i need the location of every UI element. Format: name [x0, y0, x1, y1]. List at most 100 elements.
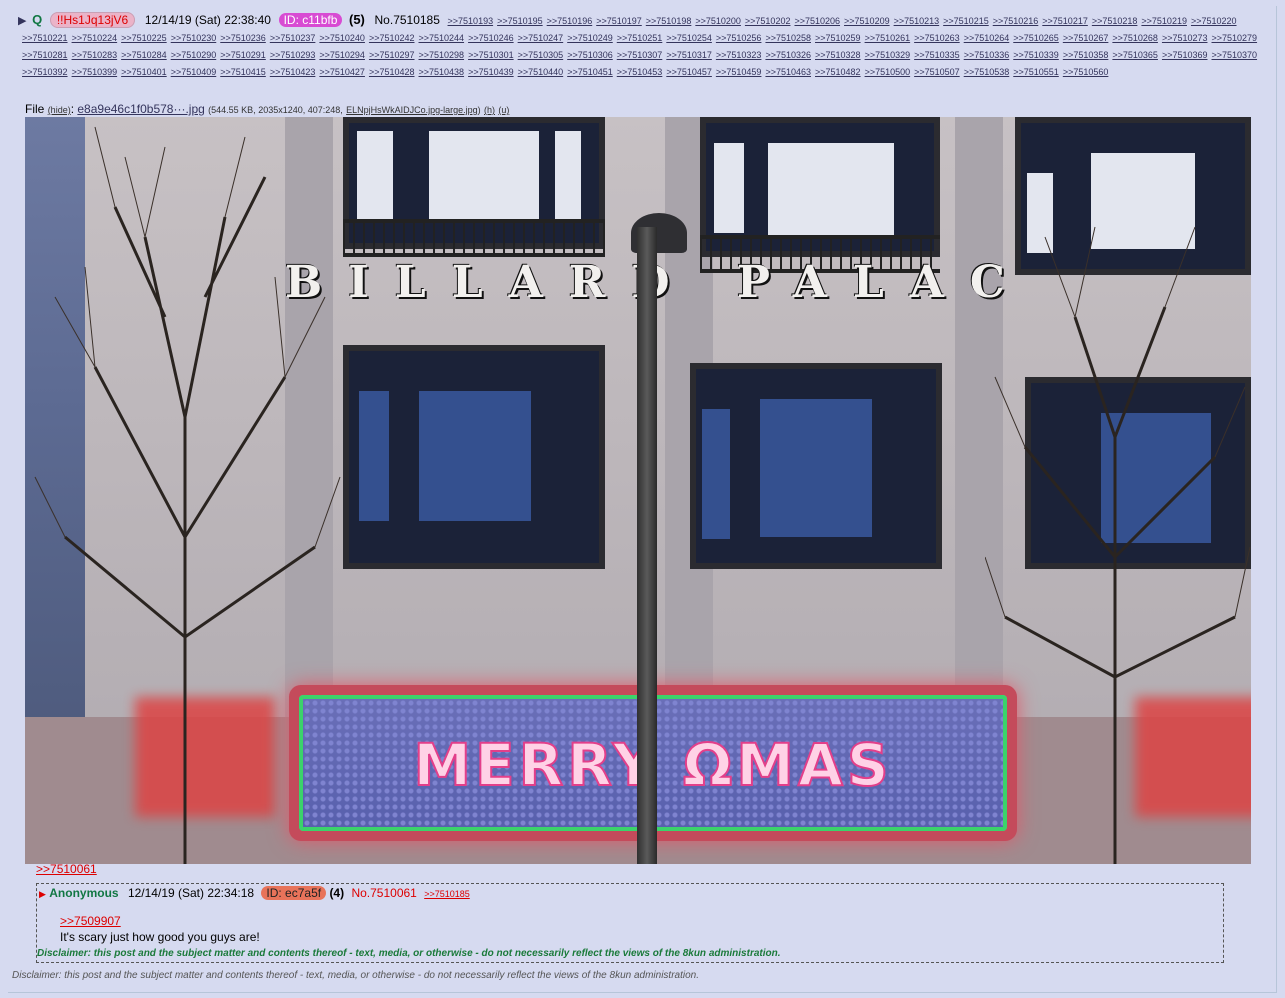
mention-link[interactable]: >>7510451 [567, 64, 613, 80]
reply-backref-link[interactable]: >>7510185 [424, 889, 470, 899]
mention-link[interactable]: >>7510265 [1013, 30, 1059, 46]
mention-link[interactable]: >>7510290 [171, 47, 217, 63]
mention-link[interactable]: >>7510301 [468, 47, 514, 63]
mention-link[interactable]: >>7510392 [22, 64, 68, 80]
mention-link[interactable]: >>7510261 [865, 30, 911, 46]
mention-link[interactable]: >>7510323 [716, 47, 762, 63]
mention-link[interactable]: >>7510237 [270, 30, 316, 46]
mention-link[interactable]: >>7510213 [894, 13, 940, 29]
mention-link[interactable]: >>7510263 [914, 30, 960, 46]
mention-link[interactable]: >>7510307 [617, 47, 663, 63]
mention-link[interactable]: >>7510409 [171, 64, 217, 80]
mention-link[interactable]: >>7510507 [914, 64, 960, 80]
mention-link[interactable]: >>7510339 [1013, 47, 1059, 63]
mention-link[interactable]: >>7510306 [567, 47, 613, 63]
mention-link[interactable]: >>7510457 [666, 64, 712, 80]
mention-link[interactable]: >>7510284 [121, 47, 167, 63]
mention-link[interactable]: >>7510200 [695, 13, 741, 29]
mention-link[interactable]: >>7510453 [617, 64, 663, 80]
post-menu-arrow-icon[interactable]: ▶ [18, 15, 26, 27]
mention-link[interactable]: >>7510298 [419, 47, 465, 63]
original-filename-link[interactable]: ELNpjHsWkAIDJCo.jpg-large.jpg [346, 105, 478, 115]
mention-link[interactable]: >>7510198 [646, 13, 692, 29]
mention-link[interactable]: >>7510293 [270, 47, 316, 63]
reply-menu-arrow-icon[interactable]: ▶ [39, 889, 46, 899]
reply-quote-link[interactable]: >>7509907 [60, 914, 121, 928]
mention-link[interactable]: >>7510283 [72, 47, 118, 63]
mention-link[interactable]: >>7510459 [716, 64, 762, 80]
mention-link[interactable]: >>7510242 [369, 30, 415, 46]
poster-id-badge[interactable]: ID: c11bfb [278, 13, 343, 27]
mention-link[interactable]: >>7510256 [716, 30, 762, 46]
mention-link[interactable]: >>7510438 [419, 64, 465, 80]
mention-link[interactable]: >>7510267 [1063, 30, 1109, 46]
mention-link[interactable]: >>7510215 [943, 13, 989, 29]
mention-link[interactable]: >>7510264 [964, 30, 1010, 46]
mention-link[interactable]: >>7510273 [1162, 30, 1208, 46]
post-image[interactable]: BILLARD PALAC MERRY ΩMAS [25, 117, 1251, 864]
mention-link[interactable]: >>7510560 [1063, 64, 1109, 80]
mention-link[interactable]: >>7510329 [865, 47, 911, 63]
mention-link[interactable]: >>7510206 [794, 13, 840, 29]
mention-link[interactable]: >>7510423 [270, 64, 316, 80]
mention-link[interactable]: >>7510221 [22, 30, 68, 46]
mention-link[interactable]: >>7510369 [1162, 47, 1208, 63]
mention-link[interactable]: >>7510240 [319, 30, 365, 46]
mention-link[interactable]: >>7510399 [72, 64, 118, 80]
mention-link[interactable]: >>7510297 [369, 47, 415, 63]
mention-link[interactable]: >>7510365 [1112, 47, 1158, 63]
mention-link[interactable]: >>7510428 [369, 64, 415, 80]
mention-link[interactable]: >>7510258 [765, 30, 811, 46]
mention-link[interactable]: >>7510538 [964, 64, 1010, 80]
mention-link[interactable]: >>7510224 [72, 30, 118, 46]
mention-link[interactable]: >>7510358 [1063, 47, 1109, 63]
mention-link[interactable]: >>7510439 [468, 64, 514, 80]
mention-link[interactable]: >>7510220 [1191, 13, 1237, 29]
mention-link[interactable]: >>7510218 [1092, 13, 1138, 29]
mention-link[interactable]: >>7510197 [596, 13, 642, 29]
mention-link[interactable]: >>7510209 [844, 13, 890, 29]
mention-link[interactable]: >>7510328 [815, 47, 861, 63]
mention-link[interactable]: >>7510335 [914, 47, 960, 63]
mention-link[interactable]: >>7510482 [815, 64, 861, 80]
mention-link[interactable]: >>7510336 [964, 47, 1010, 63]
mention-link[interactable]: >>7510236 [220, 30, 266, 46]
mention-link[interactable]: >>7510219 [1141, 13, 1187, 29]
mention-link[interactable]: >>7510247 [518, 30, 564, 46]
mention-link[interactable]: >>7510463 [765, 64, 811, 80]
mention-link[interactable]: >>7510249 [567, 30, 613, 46]
mention-link[interactable]: >>7510440 [518, 64, 564, 80]
file-name-link[interactable]: e8a9e46c1f0b578···.jpg [77, 102, 204, 116]
mention-link[interactable]: >>7510244 [419, 30, 465, 46]
mention-link[interactable]: >>7510251 [617, 30, 663, 46]
reply-id-badge[interactable]: ID: ec7a5f [261, 886, 327, 900]
mention-link[interactable]: >>7510216 [993, 13, 1039, 29]
mention-link[interactable]: >>7510230 [171, 30, 217, 46]
file-u-link[interactable]: (u) [498, 105, 509, 115]
mention-link[interactable]: >>7510370 [1212, 47, 1258, 63]
post-number[interactable]: No.7510185 [375, 13, 440, 27]
mention-link[interactable]: >>7510225 [121, 30, 167, 46]
mention-link[interactable]: >>7510196 [547, 13, 593, 29]
mention-link[interactable]: >>7510279 [1212, 30, 1258, 46]
mention-link[interactable]: >>7510202 [745, 13, 791, 29]
mention-link[interactable]: >>7510326 [765, 47, 811, 63]
mention-link[interactable]: >>7510281 [22, 47, 68, 63]
mention-link[interactable]: >>7510305 [518, 47, 564, 63]
mention-link[interactable]: >>7510217 [1042, 13, 1088, 29]
mention-link[interactable]: >>7510500 [865, 64, 911, 80]
mention-link[interactable]: >>7510195 [497, 13, 543, 29]
mention-link[interactable]: >>7510551 [1013, 64, 1059, 80]
mention-link[interactable]: >>7510291 [220, 47, 266, 63]
mention-link[interactable]: >>7510415 [220, 64, 266, 80]
mention-link[interactable]: >>7510193 [448, 13, 494, 29]
mention-link[interactable]: >>7510246 [468, 30, 514, 46]
hide-file-link[interactable]: (hide) [48, 105, 71, 115]
mention-link[interactable]: >>7510427 [319, 64, 365, 80]
reply-post-number[interactable]: No.7510061 [351, 886, 416, 900]
mention-link[interactable]: >>7510259 [815, 30, 861, 46]
mention-link[interactable]: >>7510254 [666, 30, 712, 46]
file-h-link[interactable]: (h) [484, 105, 495, 115]
mention-link[interactable]: >>7510294 [319, 47, 365, 63]
mention-link[interactable]: >>7510317 [666, 47, 712, 63]
